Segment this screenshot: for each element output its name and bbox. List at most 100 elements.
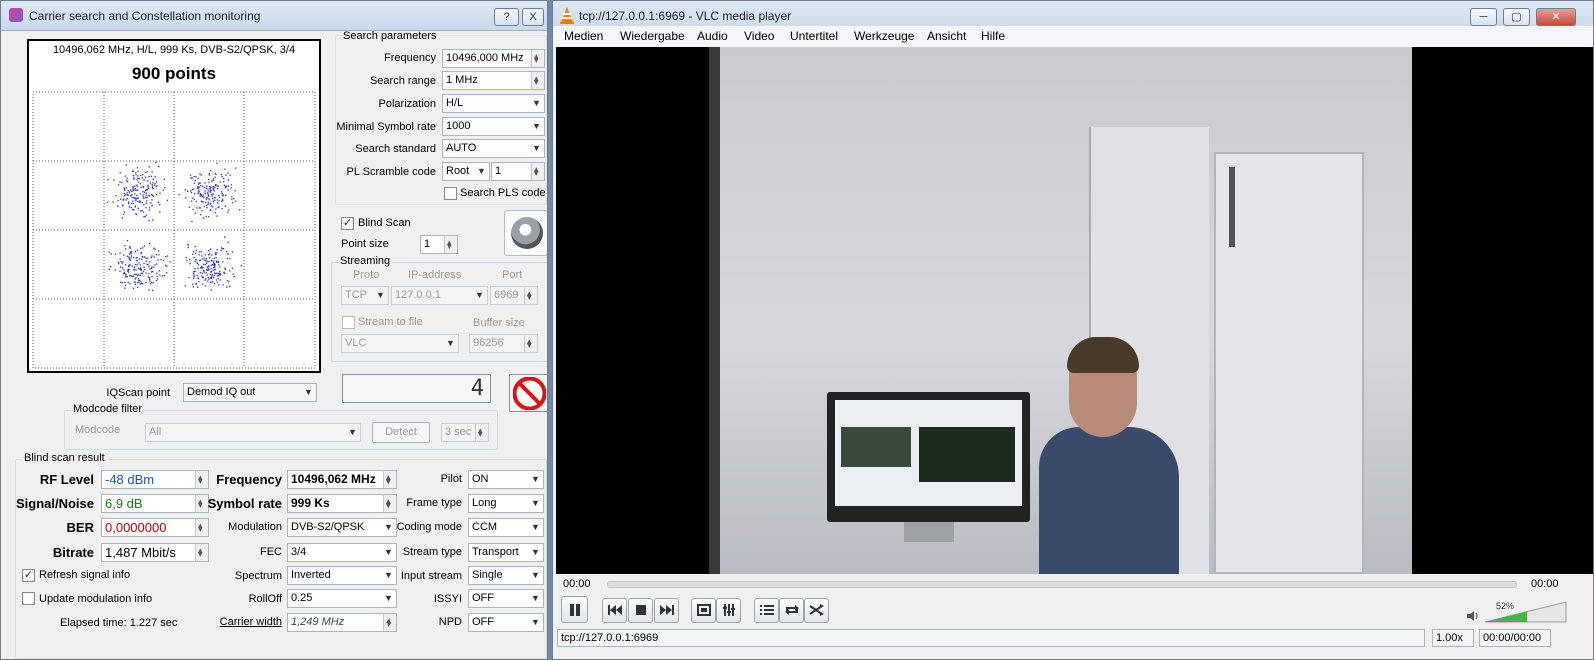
constellation-point [128, 257, 130, 259]
minimize-button[interactable]: ─ [1470, 8, 1497, 26]
loop-button[interactable] [779, 598, 804, 623]
constellation-point [212, 269, 214, 271]
constellation-point [219, 266, 221, 268]
iqscan-point-select[interactable]: Demod IQ out ▼ [183, 383, 317, 402]
seek-bar[interactable] [607, 581, 1517, 588]
player-select[interactable]: VLC ▼ [341, 334, 459, 353]
fec-select[interactable]: 3/4 ▼ [287, 543, 397, 562]
modcode-select[interactable]: All ▼ [145, 423, 361, 442]
extended-settings-button[interactable] [716, 598, 741, 623]
coding-mode-select[interactable]: CCM ▼ [468, 518, 544, 537]
constellation-point [133, 209, 135, 211]
video-area[interactable] [556, 47, 1593, 574]
constellation-point [131, 193, 133, 196]
fullscreen-button[interactable] [691, 598, 716, 623]
help-button[interactable]: ? [494, 8, 519, 26]
constellation-point [166, 199, 169, 201]
constellation-point [197, 191, 199, 193]
status-time[interactable]: 00:00/00:00 [1479, 629, 1551, 647]
modulation-select[interactable]: DVB-S2/QPSK ▼ [287, 518, 397, 537]
constellation-point [121, 282, 123, 284]
playback-speed[interactable]: 1.00x [1432, 629, 1474, 647]
constellation-point [119, 270, 121, 272]
constellation-point [216, 249, 218, 251]
menu-video[interactable]: Video [744, 29, 774, 43]
speaker-icon[interactable] [1467, 610, 1479, 622]
stop-playback-button[interactable] [628, 598, 653, 623]
constellation-point [185, 257, 187, 259]
stream-type-select[interactable]: Transport ▼ [468, 543, 544, 562]
polarization-select[interactable]: H/L ▼ [442, 94, 545, 113]
constellation-point [156, 194, 158, 196]
close-button[interactable]: X [522, 8, 544, 26]
carrier-width-label: Carrier width [219, 616, 282, 628]
constellation-point [120, 281, 122, 283]
input-stream-select[interactable]: Single ▼ [468, 566, 544, 585]
constellation-point [152, 188, 154, 190]
menu-werkzeuge[interactable]: Werkzeuge [854, 29, 914, 43]
stop-button[interactable] [509, 374, 547, 412]
constellation-point [150, 175, 152, 177]
ip-address-select[interactable]: 127.0.0.1 ▼ [391, 286, 488, 305]
constellation-point [155, 254, 157, 256]
frequency-label: Frequency [384, 52, 436, 64]
proto-select[interactable]: TCP ▼ [341, 286, 389, 305]
menu-audio[interactable]: Audio [697, 29, 728, 43]
search-standard-select[interactable]: AUTO ▼ [442, 139, 545, 158]
signal-noise-label: Signal/Noise [15, 496, 94, 511]
spectrum-select[interactable]: Inverted ▼ [287, 566, 397, 585]
previous-button[interactable] [602, 598, 627, 623]
buffer-size-input[interactable]: 96256 [469, 334, 538, 353]
extended-settings-icon [722, 604, 735, 616]
issyi-select[interactable]: OFF ▼ [468, 589, 544, 608]
satellite-scan-button[interactable] [504, 210, 547, 256]
constellation-point [154, 264, 156, 266]
constellation-point [125, 276, 127, 278]
search-pls-checkbox[interactable] [444, 187, 457, 200]
blind-scan-checkbox[interactable]: ✓ [341, 217, 354, 230]
constellation-point [119, 172, 121, 174]
menu-medien[interactable]: Medien [564, 29, 603, 43]
pilot-select[interactable]: ON ▼ [468, 470, 544, 489]
shuffle-button[interactable] [804, 598, 829, 623]
refresh-signal-checkbox[interactable]: ✓ [22, 569, 35, 582]
menu-wiedergabe[interactable]: Wiedergabe [620, 29, 685, 43]
point-size-input[interactable]: 1 [420, 235, 458, 254]
next-button[interactable] [654, 598, 679, 623]
menu-ansicht[interactable]: Ansicht [927, 29, 966, 43]
constellation-point [227, 241, 229, 243]
constellation-point [205, 198, 208, 200]
constellation-point [144, 268, 146, 270]
constellation-point [195, 259, 197, 261]
min-symbol-rate-select[interactable]: 1000 ▼ [442, 117, 545, 136]
pl-scramble-code-input[interactable]: 1 [491, 162, 545, 181]
update-modulation-label: Update modulation info [39, 593, 153, 605]
constellation-point [209, 253, 211, 255]
constellation-point [135, 172, 137, 174]
menu-hilfe[interactable]: Hilfe [981, 29, 1005, 43]
constellation-point [140, 210, 142, 212]
volume-slider[interactable] [1485, 601, 1567, 623]
maximize-button[interactable]: ▢ [1503, 8, 1530, 26]
detect-interval-input[interactable]: 3 sec [441, 423, 489, 442]
npd-select[interactable]: OFF ▼ [468, 613, 544, 632]
detect-button[interactable]: Detect [372, 422, 430, 443]
update-modulation-checkbox[interactable] [22, 592, 35, 605]
search-range-input[interactable]: 1 MHz [442, 71, 545, 90]
pause-button[interactable] [561, 596, 588, 623]
vlc-close-button[interactable]: ✕ [1536, 8, 1576, 26]
constellation-point [221, 192, 223, 195]
rolloff-select[interactable]: 0.25 ▼ [287, 589, 397, 608]
frequency-input[interactable]: 10496,000 MHz [442, 49, 545, 68]
menu-untertitel[interactable]: Untertitel [790, 29, 838, 43]
constellation-point [200, 185, 202, 187]
min-symbol-rate-label: Minimal Symbol rate [336, 121, 436, 133]
constellation-point [141, 258, 143, 260]
frame-type-select[interactable]: Long ▼ [468, 494, 544, 513]
constellation-point [138, 181, 140, 183]
pl-scramble-mode-select[interactable]: Root ▼ [442, 162, 490, 181]
constellation-point [212, 193, 214, 195]
playlist-button[interactable] [754, 598, 779, 623]
port-input[interactable]: 6969 [490, 286, 538, 305]
stream-to-file-checkbox[interactable] [342, 316, 355, 329]
